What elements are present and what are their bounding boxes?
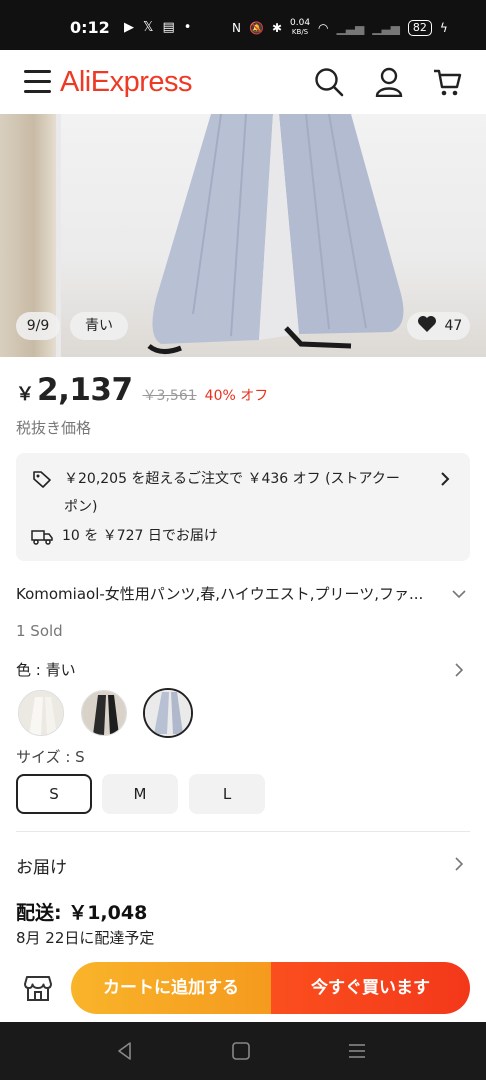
- aliexpress-logo[interactable]: AliExpress: [60, 66, 193, 99]
- color-label: 色 : 青い: [16, 661, 76, 679]
- size-label: サイズ : S: [16, 748, 85, 766]
- mute-icon: 🔕: [248, 21, 264, 35]
- add-to-cart-button[interactable]: カートに追加する: [71, 962, 271, 1014]
- color-tag[interactable]: 青い: [70, 312, 128, 340]
- account-icon[interactable]: [374, 67, 404, 97]
- chevron-right-icon: [441, 472, 450, 486]
- size-option-s[interactable]: S: [16, 774, 92, 814]
- battery-indicator: 82: [407, 20, 432, 36]
- signal-icon: ▁▃▅: [336, 21, 365, 35]
- size-option-l[interactable]: L: [189, 774, 265, 814]
- sold-count: 1 Sold: [16, 622, 63, 640]
- coupon-text-line1: ￥20,205 を超えるご注文で ￥436 オフ (ストアクー: [64, 471, 400, 487]
- home-icon[interactable]: [230, 1040, 252, 1062]
- x-icon: 𝕏: [143, 20, 154, 35]
- menu-icon[interactable]: [24, 70, 51, 94]
- product-image-gallery[interactable]: 9/9 青い 47: [0, 114, 486, 357]
- discount-badge: 40% オフ: [204, 388, 269, 404]
- truck-icon: [31, 530, 53, 545]
- buy-now-button[interactable]: 今すぐ買います: [271, 962, 470, 1014]
- app-header: AliExpress: [0, 50, 486, 114]
- color-option-white[interactable]: [18, 690, 64, 736]
- delivery-chevron-icon[interactable]: [452, 857, 466, 871]
- size-option-m[interactable]: M: [102, 774, 178, 814]
- delivery-eta: 8月 22日に配達予定: [16, 929, 155, 947]
- heart-icon: [418, 316, 436, 332]
- tax-note: 税抜き価格: [16, 419, 92, 437]
- product-title[interactable]: Komomiaol-女性用パンツ,春,ハイウエスト,プリーツ,ファ...: [16, 583, 423, 604]
- color-option-blue[interactable]: [143, 688, 193, 738]
- nfc-icon: N: [232, 21, 241, 35]
- current-price: 2,137: [37, 372, 133, 408]
- original-price: ￥3,561: [142, 388, 197, 404]
- system-nav-bar: [0, 1022, 486, 1080]
- search-icon[interactable]: [314, 67, 344, 97]
- status-time: 0:12: [70, 18, 110, 37]
- charging-icon: ϟ: [439, 21, 448, 35]
- expand-title-icon[interactable]: [452, 587, 466, 601]
- system-icons: N 🔕 ✱ 0.04 KB/S ◠ ▁▃▅ ▁▃▅ 82 ϟ: [232, 19, 448, 37]
- likes-count: 47: [444, 318, 463, 334]
- network-speed: 0.04 KB/S: [290, 18, 311, 37]
- delivery-section-label[interactable]: お届け: [16, 853, 67, 878]
- store-icon[interactable]: [24, 974, 52, 1002]
- recents-icon[interactable]: [346, 1040, 368, 1062]
- image-counter: 9/9: [16, 312, 60, 340]
- back-icon[interactable]: [114, 1040, 136, 1062]
- status-bar: 0:12 ▶ 𝕏 ▤ • N 🔕 ✱ 0.04 KB/S ◠ ▁▃▅ ▁▃▅ 8…: [0, 0, 486, 50]
- currency-symbol: ￥: [16, 384, 34, 405]
- delivery-offer-text: 10 を ￥727 日でお届け: [62, 528, 218, 544]
- news-icon: ▤: [162, 20, 175, 35]
- signal-icon-2: ▁▃▅: [372, 21, 400, 35]
- price-row: ￥ 2,137 ￥3,561 40% オフ: [16, 372, 268, 408]
- dot-icon: •: [183, 20, 192, 35]
- color-chevron-icon[interactable]: [452, 663, 466, 677]
- shipping-cost: 配送: ￥1,048: [16, 902, 148, 924]
- wishlist-button[interactable]: 47: [407, 312, 470, 340]
- wifi-icon: ◠: [318, 21, 329, 35]
- cart-icon[interactable]: [432, 67, 462, 97]
- divider: [16, 831, 470, 832]
- bottom-action-bar: カートに追加する 今すぐ買います: [0, 952, 486, 1022]
- notification-icons: ▶ 𝕏 ▤ •: [124, 20, 191, 35]
- promo-box[interactable]: ￥20,205 を超えるご注文で ￥436 オフ (ストアクー ポン) 10 を…: [16, 453, 470, 561]
- color-option-black[interactable]: [81, 690, 127, 736]
- bluetooth-icon: ✱: [271, 21, 282, 35]
- youtube-icon: ▶: [124, 20, 134, 35]
- coupon-text-line2: ポン): [64, 499, 98, 515]
- coupon-tag-icon: [33, 471, 51, 488]
